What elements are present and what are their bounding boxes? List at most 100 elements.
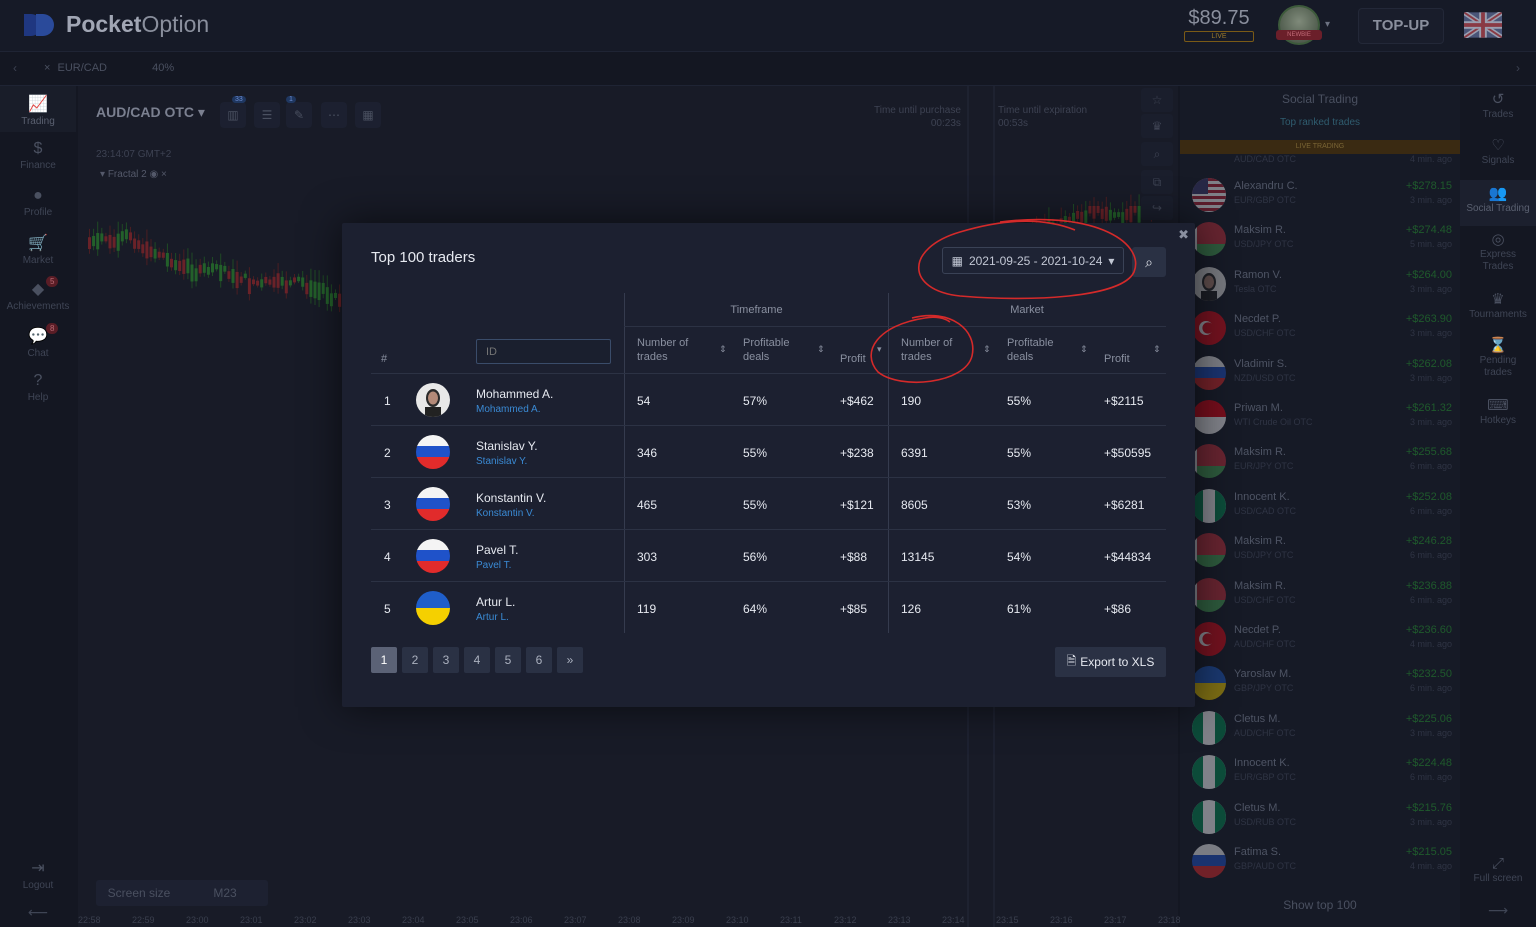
page-button-6[interactable]: 6 (526, 647, 552, 673)
list-item[interactable]: Maksim R. USD/JPY OTC +$246.28 6 min. ago (1192, 529, 1460, 571)
chart-type-button[interactable]: ▥ (220, 102, 246, 128)
date-range-picker[interactable]: ▦ 2021-09-25 - 2021-10-24 ▾ (942, 247, 1124, 274)
sidebar-item-help[interactable]: ? Help (0, 372, 76, 403)
chevron-left-icon[interactable]: ‹ (13, 61, 17, 75)
list-item[interactable]: Cletus M. AUD/CHF OTC +$225.06 3 min. ago (1192, 707, 1460, 749)
star-icon[interactable]: ☆ (1141, 88, 1173, 112)
list-item[interactable]: Priwan M. WTI Crude Oil OTC +$261.32 3 min.… (1192, 396, 1460, 438)
indicator-label[interactable]: ▾ Fractal 2 ◉ × (100, 169, 167, 180)
sidebar-item-trades[interactable]: ↺ Trades (1460, 92, 1536, 121)
candle-body (1088, 206, 1092, 214)
balance-widget[interactable]: $89.75 LIVE (1184, 7, 1254, 42)
candle-body (1096, 206, 1100, 213)
timeframe-selector[interactable]: M23 (182, 886, 268, 900)
list-item[interactable]: Fatima S. GBP/AUD OTC +$215.05 4 min. ago (1192, 840, 1460, 882)
list-item[interactable]: Necdet P. AUD/CHF OTC +$236.60 4 min. ago (1192, 618, 1460, 660)
trader-link[interactable]: Mohammed A. (476, 404, 540, 415)
list-item[interactable]: Necdet P. USD/CHF OTC +$263.90 3 min. ago (1192, 307, 1460, 349)
candle-body (215, 264, 219, 270)
list-item[interactable]: Cletus M. USD/RUB OTC +$215.76 3 min. ago (1192, 796, 1460, 838)
trophy-icon[interactable]: ♛ (1141, 114, 1173, 138)
page-button-2[interactable]: 2 (402, 647, 428, 673)
candle-body (301, 277, 305, 287)
chevron-down-icon[interactable]: ▾ (1325, 19, 1330, 30)
screen-size-control[interactable]: Screen size M23 (96, 880, 268, 906)
list-item[interactable]: Innocent K. USD/CAD OTC +$252.08 6 min. ago (1192, 485, 1460, 527)
trader-link[interactable]: Stanislav Y. (476, 456, 527, 467)
sidebar-item-achievements[interactable]: ◆ Achievements 5 (0, 276, 76, 312)
sort-desc-icon[interactable]: ▾ (877, 344, 882, 355)
id-search-input[interactable] (476, 339, 611, 364)
close-icon[interactable]: × (44, 62, 50, 74)
share-icon[interactable]: ↪ (1141, 196, 1173, 220)
table-row[interactable]: 5 Artur L. Artur L. 119 64% +$85 126 61% +$86 (371, 581, 1166, 633)
sidebar-item-full-screen[interactable]: ⤢ Full screen (1460, 856, 1536, 885)
list-item[interactable]: Innocent K. EUR/GBP OTC +$224.48 6 min. ago (1192, 751, 1460, 793)
sidebar-item-social-trading[interactable]: 👥 Social Trading (1460, 180, 1536, 226)
list-item[interactable]: AUD/CAD OTC 4 min. ago (1192, 148, 1460, 168)
sidebar-item-chat[interactable]: 💬 Chat 8 (0, 323, 76, 359)
search-button[interactable]: ⌕ (1132, 247, 1166, 277)
list-item[interactable]: Alexandru C. EUR/GBP OTC +$278.15 3 min. ag… (1192, 174, 1460, 216)
collapse-arrow-icon[interactable]: ⟶ (1460, 903, 1536, 917)
page-button-5[interactable]: 5 (495, 647, 521, 673)
trader-link[interactable]: Pavel T. (476, 560, 511, 571)
sort-icon[interactable]: ⇕ (1080, 344, 1088, 355)
sidebar-item-logout[interactable]: ⇥ Logout (0, 858, 76, 891)
table-row[interactable]: 2 Stanislav Y. Stanislav Y. 346 55% +$238 6391… (371, 425, 1166, 477)
next-page-button[interactable]: » (557, 647, 583, 673)
sort-icon[interactable]: ⇕ (719, 344, 727, 355)
col-tf-profitable[interactable]: Profitable deals (743, 327, 813, 373)
page-button-1[interactable]: 1 (371, 647, 397, 673)
asset-tab[interactable]: × EUR/CAD 40% (36, 52, 196, 86)
page-button-3[interactable]: 3 (433, 647, 459, 673)
sidebar-item-trading[interactable]: 📈 Trading (0, 86, 76, 132)
export-xls-button[interactable]: 🗎 Export to XLS (1055, 647, 1166, 677)
list-item[interactable]: Vladimir S. NZD/USD OTC +$262.08 3 min. ago (1192, 352, 1460, 394)
candle-body (256, 280, 260, 286)
page-button-4[interactable]: 4 (464, 647, 490, 673)
table-row[interactable]: 1 Mohammed A. Mohammed A. 54 57% +$462 190 55% +… (371, 373, 1166, 425)
col-mk-profitable[interactable]: Profitable deals (1007, 327, 1077, 373)
sidebar-item-pending-trades[interactable]: ⌛ Pending trades (1460, 338, 1536, 379)
sidebar-item-finance[interactable]: $ Finance (0, 140, 76, 171)
sort-icon[interactable]: ⇕ (983, 344, 991, 355)
sidebar-item-hotkeys[interactable]: ⌨ Hotkeys (1460, 398, 1536, 427)
drawing-button[interactable]: ✎ (286, 102, 312, 128)
sidebar-item-express-trades[interactable]: ◎ Express Trades (1460, 232, 1536, 273)
candle-body (219, 264, 223, 282)
chevron-right-icon[interactable]: › (1516, 61, 1520, 75)
sidebar-item-tournaments[interactable]: ♛ Tournaments (1460, 292, 1536, 321)
more-button[interactable]: ⋯ (321, 102, 347, 128)
social-subtitle[interactable]: Top ranked trades (1180, 117, 1460, 128)
axis-tick-label: 23:10 (726, 915, 749, 925)
table-row[interactable]: 4 Pavel T. Pavel T. 303 56% +$88 13145 54% +$448… (371, 529, 1166, 581)
asset-selector[interactable]: AUD/CAD OTC ▾ (96, 104, 205, 121)
indicators-button[interactable]: ☰ (254, 102, 280, 128)
list-item[interactable]: Yaroslav M. GBP/JPY OTC +$232.50 6 min. ago (1192, 662, 1460, 704)
list-item[interactable]: Ramon V. Tesla OTC +$264.00 3 min. ago (1192, 263, 1460, 305)
sidebar-item-market[interactable]: 🛒 Market (0, 233, 76, 266)
sidebar-item-signals[interactable]: ♡ Signals (1460, 138, 1536, 167)
sort-icon[interactable]: ⇕ (1153, 344, 1161, 355)
trade-pair: AUD/CHF OTC (1234, 727, 1296, 738)
list-item[interactable]: Maksim R. USD/CHF OTC +$236.88 6 min. ago (1192, 574, 1460, 616)
layout-button[interactable]: ▦ (355, 102, 381, 128)
topup-button[interactable]: TOP-UP (1358, 8, 1444, 44)
list-item[interactable]: Maksim R. USD/JPY OTC +$274.48 5 min. ago (1192, 218, 1460, 260)
sidebar-item-profile[interactable]: ● Profile (0, 187, 76, 218)
col-tf-trades[interactable]: Number of trades (637, 327, 707, 373)
col-mk-trades[interactable]: Number of trades (901, 327, 971, 373)
list-item[interactable]: Maksim R. EUR/JPY OTC +$255.68 6 min. ago (1192, 440, 1460, 482)
trader-link[interactable]: Konstantin V. (476, 508, 535, 519)
sort-icon[interactable]: ⇕ (817, 344, 825, 355)
search-icon[interactable]: ⌕ (1141, 142, 1173, 166)
show-top-100-button[interactable]: Show top 100 (1180, 898, 1460, 912)
collapse-arrow-icon[interactable]: ⟵ (0, 904, 76, 921)
close-icon[interactable]: ✖ (1178, 227, 1189, 243)
copy-icon[interactable]: ⧉ (1141, 170, 1173, 194)
language-flag-icon[interactable] (1464, 12, 1502, 38)
logo[interactable]: PocketOption (24, 11, 209, 38)
trader-link[interactable]: Artur L. (476, 612, 509, 623)
table-row[interactable]: 3 Konstantin V. Konstantin V. 465 55% +$121 86… (371, 477, 1166, 529)
